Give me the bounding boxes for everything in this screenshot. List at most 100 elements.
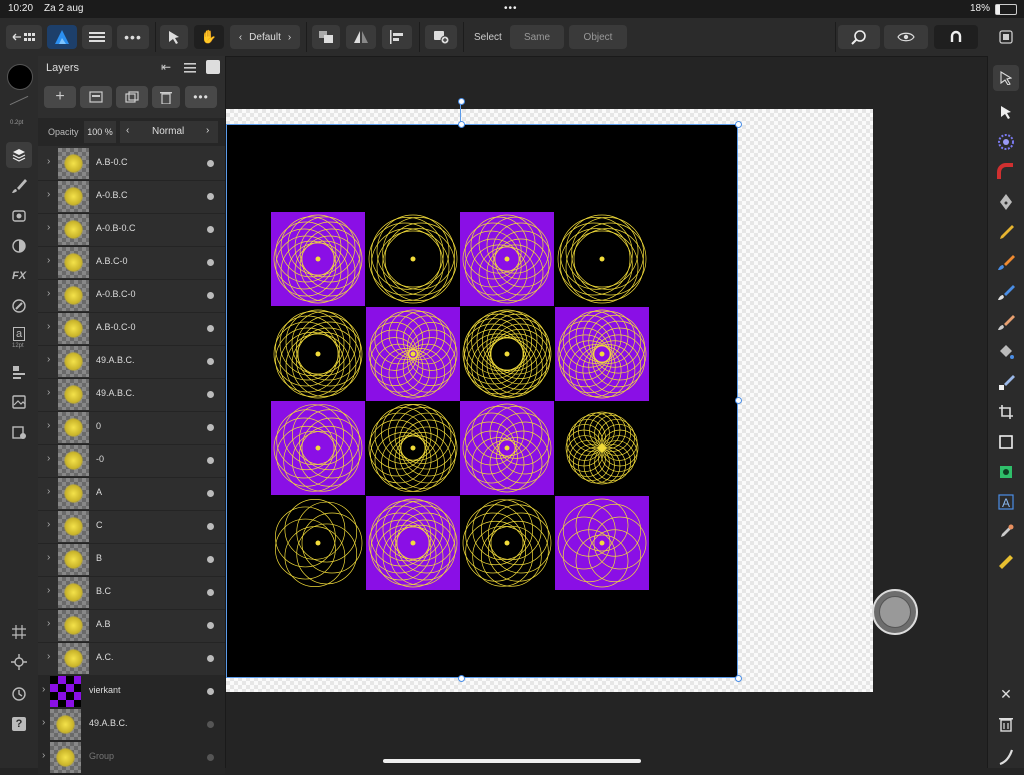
layer-row[interactable]: › B xyxy=(38,543,225,577)
insert-button[interactable] xyxy=(425,25,457,49)
prev-blend-icon[interactable]: ‹ xyxy=(126,125,129,136)
layer-row[interactable]: › 49.A.B.C. xyxy=(38,378,225,412)
layer-visibility-dot[interactable] xyxy=(207,325,214,332)
layer-row[interactable]: › A.B.C-0 xyxy=(38,246,225,280)
select-same-button[interactable]: Same xyxy=(510,25,564,49)
artboard[interactable] xyxy=(226,124,738,678)
layer-visibility-dot[interactable] xyxy=(207,226,214,233)
expand-layer-icon[interactable]: › xyxy=(47,618,50,629)
home-indicator[interactable] xyxy=(383,759,641,763)
fill-tool[interactable] xyxy=(996,342,1016,362)
expand-layer-icon[interactable]: › xyxy=(42,750,45,761)
arrange-button[interactable] xyxy=(312,25,340,49)
layer-more-button[interactable]: ••• xyxy=(185,86,217,108)
flip-button[interactable] xyxy=(346,25,376,49)
effects-studio-button[interactable]: FX xyxy=(9,266,29,286)
expand-layer-icon[interactable]: › xyxy=(47,519,50,530)
snapping-button[interactable] xyxy=(934,25,978,49)
pattern-tile[interactable] xyxy=(271,307,365,401)
rectangle-tool[interactable] xyxy=(996,432,1016,452)
gallery-back-button[interactable] xyxy=(6,25,42,49)
layer-row[interactable]: › A.C. xyxy=(38,642,225,676)
pattern-tile[interactable] xyxy=(365,306,460,401)
layer-row[interactable]: › C xyxy=(38,510,225,544)
pattern-tile[interactable] xyxy=(366,401,460,495)
fill-brush-tool[interactable] xyxy=(996,282,1016,302)
next-style-icon[interactable]: › xyxy=(288,32,291,43)
layer-row[interactable]: › 0 xyxy=(38,411,225,445)
handle-top[interactable] xyxy=(458,121,465,128)
brushes-studio-button[interactable] xyxy=(9,176,29,196)
layer-row[interactable]: › A xyxy=(38,477,225,511)
pattern-tile[interactable] xyxy=(554,306,649,401)
view-zoom-button[interactable] xyxy=(838,25,880,49)
pattern-tile[interactable] xyxy=(365,495,460,590)
adjustments-studio-button[interactable] xyxy=(9,236,29,256)
layer-row[interactable]: › A-0.B.C-0 xyxy=(38,279,225,313)
layer-row[interactable]: › A.B xyxy=(38,609,225,643)
pattern-tile[interactable] xyxy=(460,307,554,401)
handle-right[interactable] xyxy=(735,397,742,404)
grid-button[interactable] xyxy=(9,622,29,642)
add-layer-button[interactable]: + xyxy=(44,86,76,108)
stroke-width-icon[interactable] xyxy=(9,95,29,106)
expand-layer-icon[interactable]: › xyxy=(47,486,50,497)
close-tool-button[interactable]: ✕ xyxy=(996,684,1016,704)
text-tool[interactable]: A xyxy=(996,492,1016,512)
layer-visibility-dot[interactable] xyxy=(207,556,214,563)
document-menu-button[interactable] xyxy=(82,25,112,49)
expand-layer-icon[interactable]: › xyxy=(47,585,50,596)
select-object-button[interactable]: Object xyxy=(569,25,627,49)
color-picker-tool[interactable] xyxy=(996,522,1016,542)
transparency-tool[interactable] xyxy=(996,372,1016,392)
pencil-tool[interactable] xyxy=(996,222,1016,242)
navigator-button[interactable] xyxy=(9,652,29,672)
place-image-tool[interactable] xyxy=(996,462,1016,482)
layer-row[interactable]: › Group xyxy=(38,741,225,775)
pixel-brush-tool[interactable] xyxy=(996,312,1016,332)
layer-visibility-dot[interactable] xyxy=(207,754,214,761)
command-controller[interactable] xyxy=(872,589,918,635)
pen-curve-tool[interactable] xyxy=(996,162,1016,182)
layer-visibility-dot[interactable] xyxy=(207,259,214,266)
layer-visibility-dot[interactable] xyxy=(207,292,214,299)
pattern-tile[interactable] xyxy=(271,401,365,495)
pattern-tile[interactable] xyxy=(460,401,554,495)
layer-row[interactable]: › 49.A.B.C. xyxy=(38,708,225,742)
layers-studio-button[interactable] xyxy=(6,142,32,168)
pattern-tile[interactable] xyxy=(366,212,460,306)
pattern-tile[interactable] xyxy=(460,212,554,306)
pattern-tile[interactable] xyxy=(555,212,649,306)
expand-layer-icon[interactable]: › xyxy=(47,387,50,398)
expand-layer-icon[interactable]: › xyxy=(47,420,50,431)
blend-mode-selector[interactable]: ‹ Normal › xyxy=(120,121,218,143)
styles-studio-button[interactable] xyxy=(9,296,29,316)
help-button[interactable]: ? xyxy=(9,714,29,734)
layer-visibility-dot[interactable] xyxy=(207,622,214,629)
expand-layer-icon[interactable]: › xyxy=(47,321,50,332)
expand-layer-icon[interactable]: › xyxy=(47,354,50,365)
expand-layer-icon[interactable]: › xyxy=(47,222,50,233)
delete-button[interactable] xyxy=(996,714,1016,734)
layer-visibility-dot[interactable] xyxy=(207,721,214,728)
vector-brush-tool[interactable] xyxy=(996,252,1016,272)
panel-menu-icon[interactable] xyxy=(184,63,196,73)
layer-row[interactable]: › vierkant xyxy=(38,675,225,709)
layer-row[interactable]: › A-0.B.C xyxy=(38,180,225,214)
style-selector[interactable]: ‹ Default › xyxy=(230,25,300,49)
view-mode-button[interactable] xyxy=(884,25,928,49)
layer-row[interactable]: › A-0.B-0.C xyxy=(38,213,225,247)
duplicate-layer-button[interactable] xyxy=(116,86,148,108)
layer-row[interactable]: › B.C xyxy=(38,576,225,610)
layer-visibility-dot[interactable] xyxy=(207,655,214,662)
align-button[interactable] xyxy=(382,25,412,49)
appearance-studio-button[interactable] xyxy=(9,206,29,226)
rotation-handle[interactable] xyxy=(458,98,465,105)
add-group-button[interactable] xyxy=(80,86,112,108)
opacity-value[interactable]: 100 % xyxy=(84,121,116,143)
pattern-tile[interactable] xyxy=(554,495,649,590)
designer-persona-button[interactable] xyxy=(47,25,77,49)
collapse-panel-icon[interactable]: ⇤ xyxy=(161,60,171,74)
next-blend-icon[interactable]: › xyxy=(206,125,209,136)
more-menu-button[interactable]: ••• xyxy=(117,25,149,49)
